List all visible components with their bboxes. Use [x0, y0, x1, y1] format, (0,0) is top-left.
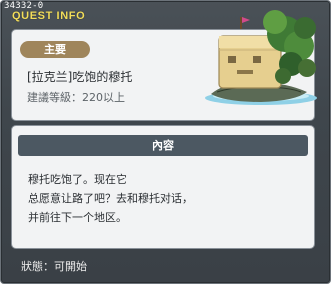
quest-name: [拉克兰]吃饱的穆托 — [27, 70, 133, 84]
content-section-header: 內容 — [18, 135, 308, 156]
floating-island-stone-face-icon — [205, 10, 317, 105]
content-line: 总愿意让路了吧？去和穆托对话， — [28, 192, 193, 205]
quest-type-badge: 主要 — [20, 41, 90, 58]
quest-status: 狀態：可開始 — [21, 260, 87, 273]
window-title: QUEST INFO — [12, 10, 86, 22]
content-line: 并前往下一个地区。 — [28, 211, 127, 224]
quest-info-window: 34332-0 QUEST INFO 主要 [拉克兰]吃饱的穆托 建議等級：22… — [0, 0, 331, 284]
content-line: 穆托吃饱了。现在它 — [28, 173, 127, 186]
quest-content-card: 內容 穆托吃饱了。现在它 总愿意让路了吧？去和穆托对话， 并前往下一个地区。 — [11, 125, 315, 249]
quest-level-requirement: 建議等級：220以上 — [27, 91, 125, 104]
